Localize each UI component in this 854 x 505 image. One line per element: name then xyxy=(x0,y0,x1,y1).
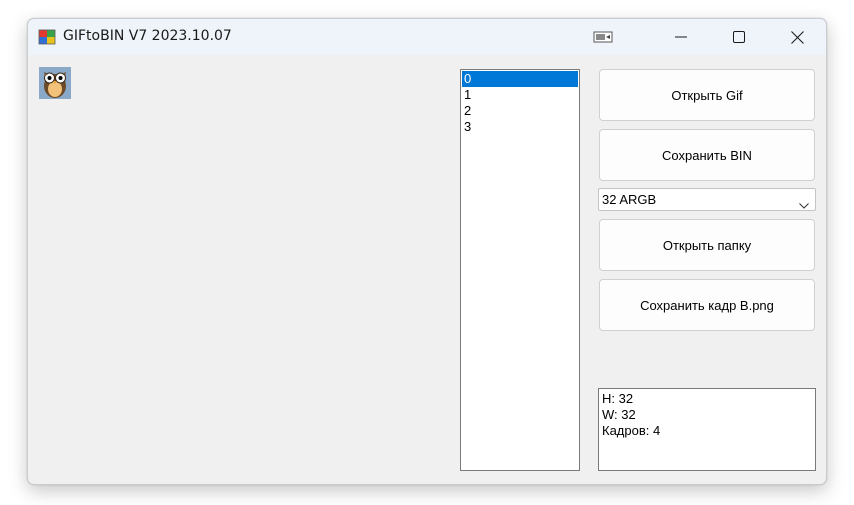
info-width: W: 32 xyxy=(602,407,636,422)
chevron-down-icon xyxy=(799,197,809,212)
owl-icon xyxy=(39,67,71,99)
frame-list-item[interactable]: 1 xyxy=(462,87,578,103)
save-frame-png-button[interactable]: Сохранить кадр В.png xyxy=(599,279,815,331)
info-height: H: 32 xyxy=(602,391,634,406)
minimize-button[interactable] xyxy=(658,19,704,55)
open-gif-button[interactable]: Открыть Gif xyxy=(599,69,815,121)
format-select[interactable]: 32 ARGB xyxy=(598,188,816,211)
window-title: GIFtoBIN V7 2023.10.07 xyxy=(63,28,232,44)
open-folder-button[interactable]: Открыть папку xyxy=(599,219,815,271)
frame-list[interactable]: 0 1 2 3 xyxy=(460,69,580,471)
maximize-button[interactable] xyxy=(716,19,762,55)
maximize-icon xyxy=(733,31,745,43)
minimize-icon xyxy=(675,36,687,38)
title-bar[interactable]: GIFtoBIN V7 2023.10.07 xyxy=(28,19,826,55)
close-icon xyxy=(790,30,804,44)
info-textbox[interactable]: H: 32 W: 32 Кадров: 4 xyxy=(598,388,816,471)
close-button[interactable] xyxy=(774,19,820,55)
window-switch-icon[interactable] xyxy=(580,19,626,55)
app-palette-icon xyxy=(38,29,56,45)
frame-list-item[interactable]: 3 xyxy=(462,119,578,135)
frame-list-item[interactable]: 2 xyxy=(462,103,578,119)
info-frame-count: Кадров: 4 xyxy=(602,423,661,438)
app-window: GIFtoBIN V7 2023.10.07 0 1 2 3 Открыть G… xyxy=(27,18,827,485)
client-area: 0 1 2 3 Открыть Gif Сохранить BIN 32 ARG… xyxy=(28,55,826,484)
save-bin-button[interactable]: Сохранить BIN xyxy=(599,129,815,181)
frame-list-item[interactable]: 0 xyxy=(462,71,578,87)
format-select-value: 32 ARGB xyxy=(602,192,657,207)
